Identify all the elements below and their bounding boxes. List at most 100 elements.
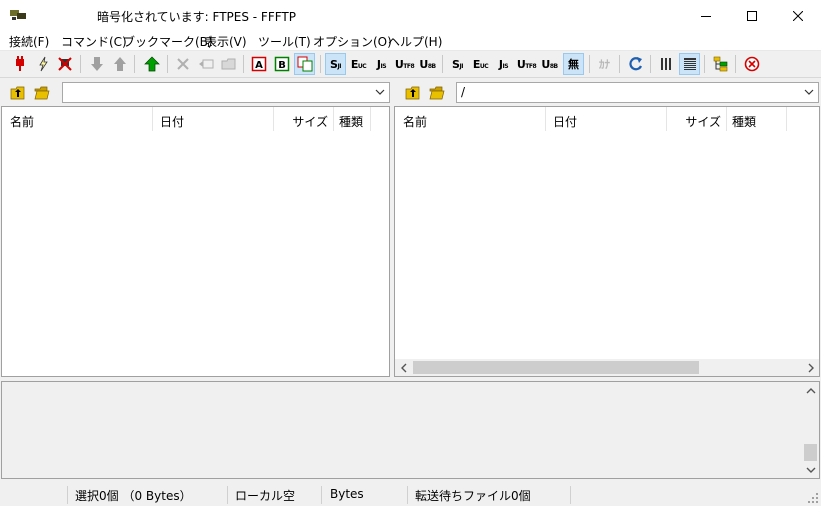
mirror-upload-button[interactable] (141, 53, 162, 75)
remote-column-name[interactable]: 名前 (395, 107, 546, 131)
ffftp-app-icon (10, 10, 26, 20)
ascii-mode-button[interactable]: A (248, 53, 269, 75)
toolbar-separator (619, 55, 620, 73)
toolbar-separator (735, 55, 736, 73)
mkdir-button[interactable] (218, 53, 239, 75)
local-list-header: 名前 日付 サイズ 種類 (2, 107, 389, 131)
encoding-utf8-button[interactable]: UTF8 (394, 53, 415, 75)
sync-folders-button[interactable] (710, 53, 731, 75)
open-folder-icon (34, 86, 50, 99)
menu-bar: 接続(F) コマンド(C) ブックマーク(B) 表示(V) ツール(T) オプシ… (0, 31, 821, 51)
minimize-button[interactable] (683, 0, 729, 31)
auto-mode-button[interactable] (294, 53, 315, 75)
chevron-down-icon (375, 89, 385, 95)
plug-icon (15, 56, 24, 71)
close-button[interactable] (775, 0, 821, 31)
detail-view-button[interactable] (679, 53, 700, 75)
maximize-button[interactable] (729, 0, 775, 31)
local-column-size[interactable]: サイズ (274, 107, 334, 131)
remote-encoding-none-button[interactable]: 無 (563, 53, 584, 75)
horizontal-scroll-thumb[interactable] (413, 361, 699, 374)
menu-connect[interactable]: 接続(F) (8, 33, 50, 50)
status-local-space: ローカル空 (230, 486, 322, 504)
remote-open-folder-button[interactable] (427, 83, 447, 102)
delete-button[interactable] (172, 53, 193, 75)
encoding-sjis-button[interactable]: SJI (325, 53, 346, 75)
status-bar: 選択0個 （0 Bytes） ローカル空 Bytes 転送待ちファイル0個 (0, 482, 821, 506)
local-path-combobox[interactable] (62, 82, 390, 103)
vertical-scroll-thumb[interactable] (804, 444, 817, 461)
auto-mode-icon (297, 56, 312, 72)
open-folder-icon (429, 86, 445, 99)
encoding-jis-button[interactable]: JIS (371, 53, 392, 75)
remote-column-size[interactable]: サイズ (667, 107, 727, 131)
abort-button[interactable] (741, 53, 762, 75)
scroll-left-button[interactable] (395, 359, 412, 376)
disconnect-button[interactable] (54, 53, 75, 75)
local-column-name[interactable]: 名前 (2, 107, 153, 131)
close-icon (793, 10, 803, 21)
menu-tools[interactable]: ツール(T) (257, 33, 312, 50)
local-column-date[interactable]: 日付 (153, 107, 274, 131)
connect-button[interactable] (9, 53, 30, 75)
scroll-down-button[interactable] (802, 461, 819, 478)
remote-encoding-euc-button[interactable]: EUC (470, 53, 491, 75)
kana-convert-button[interactable]: ｶﾅ (594, 53, 615, 75)
upload-button[interactable] (109, 53, 130, 75)
maximize-icon (747, 10, 757, 21)
menu-view[interactable]: 表示(V) (204, 33, 248, 50)
new-folder-icon (221, 58, 235, 70)
encoding-euc-button[interactable]: EUC (348, 53, 369, 75)
toolbar-separator (80, 55, 81, 73)
menu-options[interactable]: オプション(O) (312, 33, 393, 50)
local-column-type[interactable]: 種類 (334, 107, 371, 131)
arrow-up-icon (113, 57, 126, 71)
remote-encoding-jis-button[interactable]: JIS (493, 53, 514, 75)
encoding-utf8bom-button[interactable]: U8B (417, 53, 438, 75)
remote-column-date[interactable]: 日付 (546, 107, 667, 131)
remote-path-combobox[interactable]: / (456, 82, 819, 103)
folder-tree-icon (713, 56, 727, 72)
refresh-button[interactable] (625, 53, 646, 75)
log-panel[interactable] (1, 381, 820, 479)
quick-connect-button[interactable] (32, 53, 53, 75)
log-vertical-scrollbar[interactable] (802, 382, 819, 478)
detail-view-icon (683, 58, 696, 70)
green-arrow-up-icon (143, 56, 160, 72)
binary-mode-button[interactable]: B (271, 53, 292, 75)
toolbar-separator (134, 55, 135, 73)
menu-help[interactable]: ヘルプ(H) (387, 33, 443, 50)
chevron-down-icon (804, 89, 814, 95)
svg-text:A: A (255, 60, 263, 71)
chevron-right-icon (808, 363, 814, 372)
resize-grip-icon[interactable] (807, 492, 819, 504)
local-parent-folder-button[interactable] (8, 83, 28, 102)
remote-encoding-utf8-button[interactable]: UTF8 (516, 53, 537, 75)
toolbar-separator (320, 55, 321, 73)
binary-mode-icon: B (274, 56, 289, 72)
status-transfer-queue: 転送待ちファイル0個 (410, 486, 571, 504)
menu-bookmark[interactable]: ブックマーク(B) (122, 33, 214, 50)
remote-encoding-utf8bom-button[interactable]: U8B (539, 53, 560, 75)
toolbar-separator (589, 55, 590, 73)
remote-path-bar: / (395, 80, 821, 104)
local-file-list[interactable]: 名前 日付 サイズ 種類 (1, 106, 390, 377)
list-view-button[interactable] (656, 53, 677, 75)
scroll-right-button[interactable] (802, 359, 819, 376)
title-bar: 暗号化されています: FTPES - FFFTP (0, 0, 821, 31)
remote-path-value: / (461, 85, 466, 99)
rename-button[interactable] (195, 53, 216, 75)
remote-horizontal-scrollbar[interactable] (395, 359, 819, 376)
remote-column-type[interactable]: 種類 (727, 107, 787, 131)
local-open-folder-button[interactable] (32, 83, 52, 102)
menu-command[interactable]: コマンド(C) (60, 33, 128, 50)
status-bytes: Bytes (324, 486, 408, 504)
download-button[interactable] (86, 53, 107, 75)
delete-x-icon (176, 58, 189, 70)
remote-file-list[interactable]: 名前 日付 サイズ 種類 (394, 106, 820, 377)
parent-folder-icon (10, 86, 25, 99)
scroll-up-button[interactable] (802, 382, 819, 399)
remote-encoding-sjis-button[interactable]: SJI (447, 53, 468, 75)
remote-parent-folder-button[interactable] (403, 83, 423, 102)
list-view-icon (660, 58, 671, 70)
